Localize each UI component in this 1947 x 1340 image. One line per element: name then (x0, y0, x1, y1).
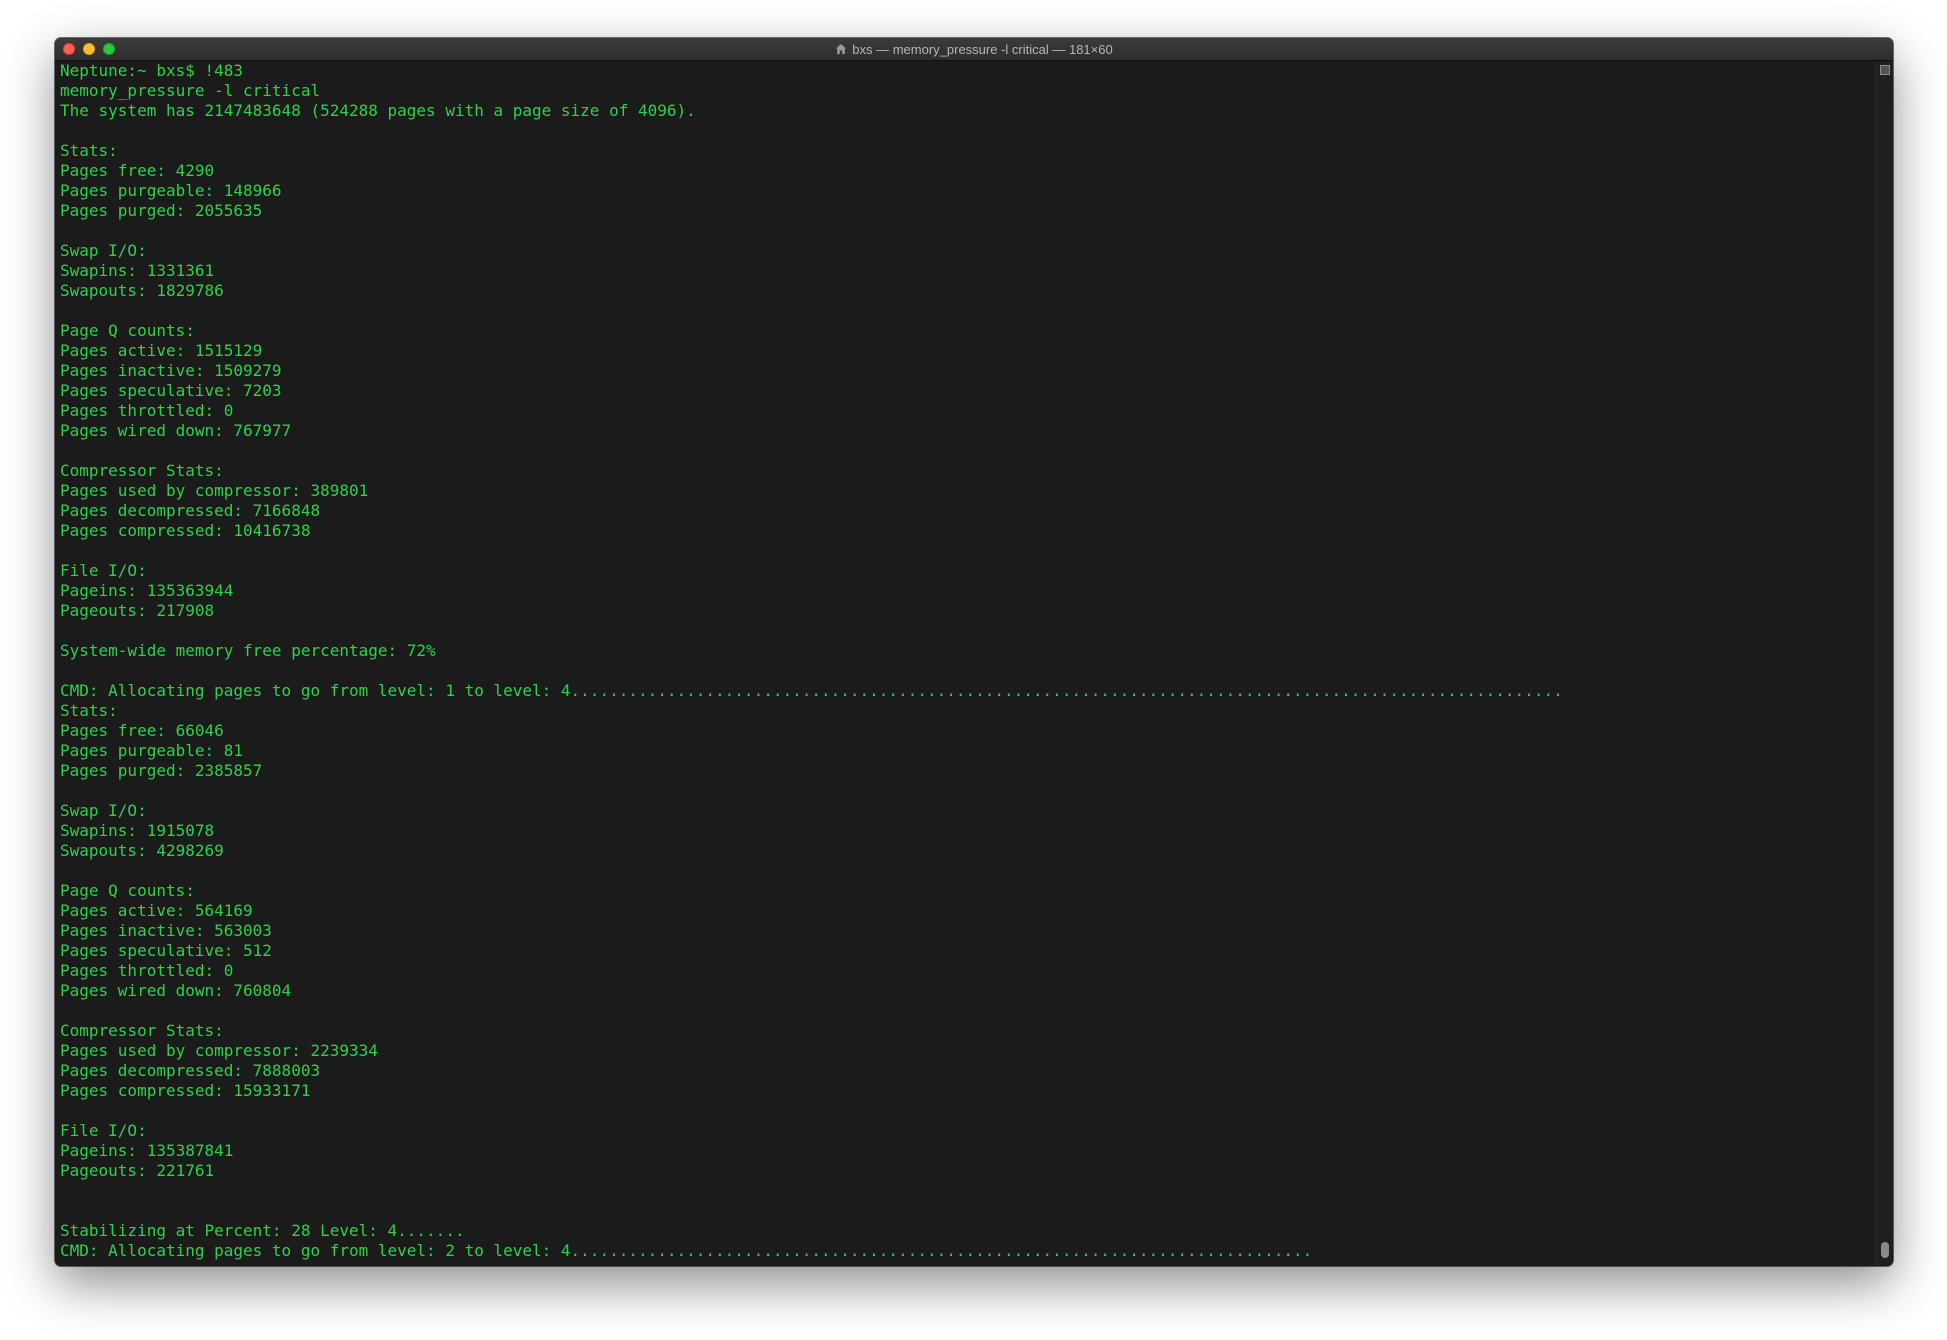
terminal-line: Pageouts: 217908 (60, 601, 215, 620)
title-bar[interactable]: bxs — memory_pressure -l critical — 181×… (55, 38, 1893, 61)
terminal-line: Compressor Stats: (60, 1021, 224, 1040)
home-icon (836, 44, 847, 54)
terminal-output[interactable]: Neptune:~ bxs$ !483 memory_pressure -l cr… (60, 61, 1875, 1266)
terminal-line: Page Q counts: (60, 881, 195, 900)
scroll-marker-icon[interactable] (1880, 65, 1890, 75)
terminal-line: Pages inactive: 1509279 (60, 361, 282, 380)
terminal-line: Swap I/O: (60, 241, 147, 260)
terminal-line: File I/O: (60, 1121, 147, 1140)
terminal-line: memory_pressure -l critical (60, 81, 321, 100)
terminal-line: Pages throttled: 0 (60, 401, 234, 420)
minimize-button[interactable] (83, 43, 95, 55)
terminal-line: Pages used by compressor: 389801 (60, 481, 369, 500)
terminal-line: Pageins: 135363944 (60, 581, 234, 600)
terminal-line: Swapins: 1915078 (60, 821, 215, 840)
terminal-line: Pages purged: 2055635 (60, 201, 263, 220)
terminal-line: Pages speculative: 7203 (60, 381, 282, 400)
terminal-line: Pages purgeable: 81 (60, 741, 244, 760)
terminal-line: Pages decompressed: 7888003 (60, 1061, 321, 1080)
terminal-line: Pages compressed: 10416738 (60, 521, 311, 540)
terminal-line: Pages wired down: 760804 (60, 981, 292, 1000)
terminal-line: Neptune:~ bxs$ !483 (60, 61, 244, 80)
terminal-line: Pages purgeable: 148966 (60, 181, 282, 200)
terminal-line: Pages compressed: 15933171 (60, 1081, 311, 1100)
terminal-line: Pages decompressed: 7166848 (60, 501, 321, 520)
terminal-line: CMD: Allocating pages to go from level: … (60, 681, 1563, 700)
terminal-line: Compressor Stats: (60, 461, 224, 480)
terminal-line: CMD: Allocating pages to go from level: … (60, 1241, 1313, 1260)
terminal-line: Pages speculative: 512 (60, 941, 272, 960)
window-controls (63, 43, 115, 55)
terminal-line: Pages wired down: 767977 (60, 421, 292, 440)
terminal-line: Pages active: 1515129 (60, 341, 263, 360)
terminal-line: Pages inactive: 563003 (60, 921, 272, 940)
terminal-line: Page Q counts: (60, 321, 195, 340)
terminal-line: Stats: (60, 141, 118, 160)
terminal-line: Pages free: 4290 (60, 161, 215, 180)
vertical-scrollbar[interactable] (1875, 61, 1893, 1266)
close-button[interactable] (63, 43, 75, 55)
terminal-line: Pages used by compressor: 2239334 (60, 1041, 378, 1060)
terminal-line: Pageouts: 221761 (60, 1161, 215, 1180)
terminal-line: Swapouts: 4298269 (60, 841, 224, 860)
terminal-line: Pages free: 66046 (60, 721, 224, 740)
scrollbar-thumb[interactable] (1881, 1242, 1889, 1258)
terminal-line: Pages active: 564169 (60, 901, 253, 920)
terminal-line: Stats: (60, 701, 118, 720)
terminal-window: bxs — memory_pressure -l critical — 181×… (55, 38, 1893, 1266)
terminal-line: Swap I/O: (60, 801, 147, 820)
zoom-button[interactable] (103, 43, 115, 55)
terminal-line: Stabilizing at Percent: 28 Level: 4.....… (60, 1221, 465, 1240)
terminal-line: Swapouts: 1829786 (60, 281, 224, 300)
terminal-line: The system has 2147483648 (524288 pages … (60, 101, 696, 120)
terminal-line: Pages throttled: 0 (60, 961, 234, 980)
terminal-line: Pages purged: 2385857 (60, 761, 263, 780)
terminal-line: File I/O: (60, 561, 147, 580)
terminal-line: System-wide memory free percentage: 72% (60, 641, 436, 660)
window-title-group: bxs — memory_pressure -l critical — 181×… (835, 41, 1113, 57)
terminal-line: Swapins: 1331361 (60, 261, 215, 280)
terminal-line: Pageins: 135387841 (60, 1141, 234, 1160)
window-title: bxs — memory_pressure -l critical — 181×… (852, 41, 1113, 57)
